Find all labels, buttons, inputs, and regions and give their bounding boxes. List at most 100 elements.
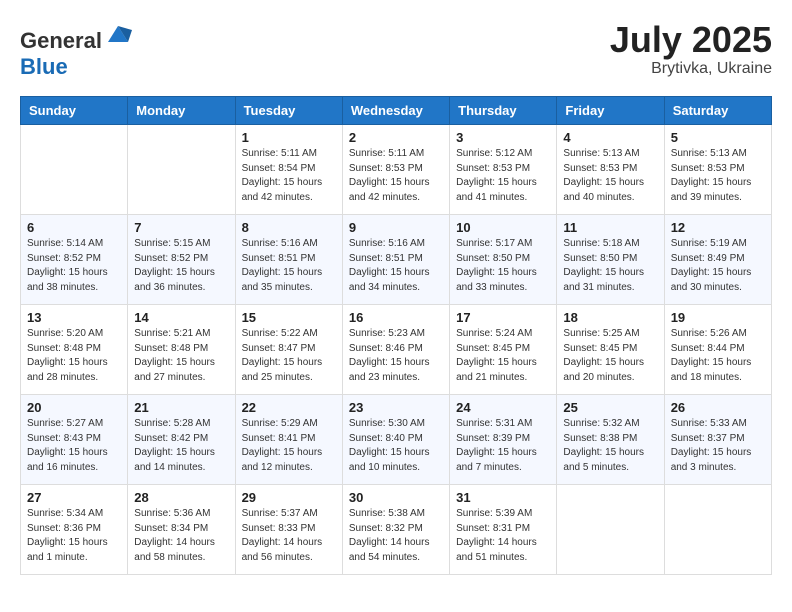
day-number: 16	[349, 310, 443, 325]
day-detail: Sunrise: 5:32 AM Sunset: 8:38 PM Dayligh…	[563, 417, 657, 475]
logo: General Blue	[20, 20, 132, 80]
day-detail: Sunrise: 5:11 AM Sunset: 8:54 PM Dayligh…	[242, 147, 336, 205]
day-number: 9	[349, 220, 443, 235]
calendar-day-cell: 22Sunrise: 5:29 AM Sunset: 8:41 PM Dayli…	[235, 395, 342, 485]
day-detail: Sunrise: 5:26 AM Sunset: 8:44 PM Dayligh…	[671, 327, 765, 385]
day-detail: Sunrise: 5:20 AM Sunset: 8:48 PM Dayligh…	[27, 327, 121, 385]
day-detail: Sunrise: 5:39 AM Sunset: 8:31 PM Dayligh…	[456, 507, 550, 565]
day-number: 24	[456, 400, 550, 415]
calendar-day-cell: 4Sunrise: 5:13 AM Sunset: 8:53 PM Daylig…	[557, 125, 664, 215]
day-detail: Sunrise: 5:38 AM Sunset: 8:32 PM Dayligh…	[349, 507, 443, 565]
calendar-day-cell: 25 Sunrise: 5:32 AM Sunset: 8:38 PM Dayli…	[557, 395, 664, 485]
day-detail: Sunrise: 5:11 AM Sunset: 8:53 PM Dayligh…	[349, 147, 443, 205]
weekday-header: Wednesday	[342, 97, 449, 125]
day-detail: Sunrise: 5:18 AM Sunset: 8:50 PM Dayligh…	[563, 237, 657, 295]
day-number: 27	[27, 490, 121, 505]
calendar-day-cell: 18Sunrise: 5:25 AM Sunset: 8:45 PM Dayli…	[557, 305, 664, 395]
day-detail: Sunrise: 5:28 AM Sunset: 8:42 PM Dayligh…	[134, 417, 228, 475]
logo-general: General	[20, 28, 102, 53]
calendar-day-cell: 15 Sunrise: 5:22 AM Sunset: 8:47 PM Dayli…	[235, 305, 342, 395]
calendar-week-row: 13 Sunrise: 5:20 AM Sunset: 8:48 PM Dayli…	[21, 305, 772, 395]
calendar-header-row: SundayMondayTuesdayWednesdayThursdayFrid…	[21, 97, 772, 125]
calendar-day-cell: 5 Sunrise: 5:13 AM Sunset: 8:53 PM Daylig…	[664, 125, 771, 215]
day-detail: Sunrise: 5:16 AM Sunset: 8:51 PM Dayligh…	[242, 237, 336, 295]
day-number: 3	[456, 130, 550, 145]
calendar-location: Brytivka, Ukraine	[610, 60, 772, 78]
calendar-day-cell: 13 Sunrise: 5:20 AM Sunset: 8:48 PM Dayli…	[21, 305, 128, 395]
calendar-day-cell: 26 Sunrise: 5:33 AM Sunset: 8:37 PM Dayli…	[664, 395, 771, 485]
calendar-day-cell: 28Sunrise: 5:36 AM Sunset: 8:34 PM Dayli…	[128, 485, 235, 575]
day-number: 1	[242, 130, 336, 145]
calendar-day-cell	[21, 125, 128, 215]
logo-text: General Blue	[20, 20, 132, 80]
day-detail: Sunrise: 5:37 AM Sunset: 8:33 PM Dayligh…	[242, 507, 336, 565]
weekday-header: Monday	[128, 97, 235, 125]
day-number: 19	[671, 310, 765, 325]
day-detail: Sunrise: 5:29 AM Sunset: 8:41 PM Dayligh…	[242, 417, 336, 475]
day-number: 10	[456, 220, 550, 235]
calendar-day-cell: 8 Sunrise: 5:16 AM Sunset: 8:51 PM Daylig…	[235, 215, 342, 305]
day-number: 21	[134, 400, 228, 415]
day-number: 5	[671, 130, 765, 145]
day-number: 23	[349, 400, 443, 415]
day-detail: Sunrise: 5:27 AM Sunset: 8:43 PM Dayligh…	[27, 417, 121, 475]
calendar-day-cell: 29 Sunrise: 5:37 AM Sunset: 8:33 PM Dayli…	[235, 485, 342, 575]
day-number: 15	[242, 310, 336, 325]
calendar-day-cell: 2 Sunrise: 5:11 AM Sunset: 8:53 PM Daylig…	[342, 125, 449, 215]
calendar-day-cell: 17Sunrise: 5:24 AM Sunset: 8:45 PM Dayli…	[450, 305, 557, 395]
day-detail: Sunrise: 5:30 AM Sunset: 8:40 PM Dayligh…	[349, 417, 443, 475]
logo-icon	[104, 20, 132, 48]
day-number: 13	[27, 310, 121, 325]
calendar-title: July 2025	[610, 20, 772, 60]
day-detail: Sunrise: 5:31 AM Sunset: 8:39 PM Dayligh…	[456, 417, 550, 475]
day-detail: Sunrise: 5:17 AM Sunset: 8:50 PM Dayligh…	[456, 237, 550, 295]
calendar-day-cell: 3 Sunrise: 5:12 AM Sunset: 8:53 PM Daylig…	[450, 125, 557, 215]
calendar-day-cell: 10 Sunrise: 5:17 AM Sunset: 8:50 PM Dayli…	[450, 215, 557, 305]
day-detail: Sunrise: 5:21 AM Sunset: 8:48 PM Dayligh…	[134, 327, 228, 385]
day-detail: Sunrise: 5:25 AM Sunset: 8:45 PM Dayligh…	[563, 327, 657, 385]
weekday-header: Sunday	[21, 97, 128, 125]
day-detail: Sunrise: 5:22 AM Sunset: 8:47 PM Dayligh…	[242, 327, 336, 385]
calendar-day-cell: 31 Sunrise: 5:39 AM Sunset: 8:31 PM Dayli…	[450, 485, 557, 575]
day-detail: Sunrise: 5:14 AM Sunset: 8:52 PM Dayligh…	[27, 237, 121, 295]
calendar-day-cell: 23 Sunrise: 5:30 AM Sunset: 8:40 PM Dayli…	[342, 395, 449, 485]
day-number: 17	[456, 310, 550, 325]
day-number: 4	[563, 130, 657, 145]
day-number: 29	[242, 490, 336, 505]
calendar-week-row: 6 Sunrise: 5:14 AM Sunset: 8:52 PM Daylig…	[21, 215, 772, 305]
day-detail: Sunrise: 5:12 AM Sunset: 8:53 PM Dayligh…	[456, 147, 550, 205]
day-detail: Sunrise: 5:33 AM Sunset: 8:37 PM Dayligh…	[671, 417, 765, 475]
calendar-day-cell: 27 Sunrise: 5:34 AM Sunset: 8:36 PM Dayli…	[21, 485, 128, 575]
calendar-day-cell: 21 Sunrise: 5:28 AM Sunset: 8:42 PM Dayli…	[128, 395, 235, 485]
calendar-day-cell: 16Sunrise: 5:23 AM Sunset: 8:46 PM Dayli…	[342, 305, 449, 395]
calendar-week-row: 20 Sunrise: 5:27 AM Sunset: 8:43 PM Dayli…	[21, 395, 772, 485]
day-number: 20	[27, 400, 121, 415]
calendar-day-cell	[128, 125, 235, 215]
day-number: 11	[563, 220, 657, 235]
day-detail: Sunrise: 5:15 AM Sunset: 8:52 PM Dayligh…	[134, 237, 228, 295]
calendar-table: SundayMondayTuesdayWednesdayThursdayFrid…	[20, 96, 772, 575]
calendar-day-cell: 24 Sunrise: 5:31 AM Sunset: 8:39 PM Dayli…	[450, 395, 557, 485]
page-header: General Blue July 2025 Brytivka, Ukraine	[20, 20, 772, 80]
calendar-week-row: 27 Sunrise: 5:34 AM Sunset: 8:36 PM Dayli…	[21, 485, 772, 575]
day-number: 8	[242, 220, 336, 235]
day-detail: Sunrise: 5:34 AM Sunset: 8:36 PM Dayligh…	[27, 507, 121, 565]
day-detail: Sunrise: 5:13 AM Sunset: 8:53 PM Dayligh…	[671, 147, 765, 205]
day-number: 12	[671, 220, 765, 235]
calendar-day-cell: 6 Sunrise: 5:14 AM Sunset: 8:52 PM Daylig…	[21, 215, 128, 305]
day-number: 26	[671, 400, 765, 415]
calendar-day-cell: 1 Sunrise: 5:11 AM Sunset: 8:54 PM Daylig…	[235, 125, 342, 215]
day-number: 2	[349, 130, 443, 145]
calendar-day-cell	[557, 485, 664, 575]
day-number: 14	[134, 310, 228, 325]
calendar-day-cell: 11 Sunrise: 5:18 AM Sunset: 8:50 PM Dayli…	[557, 215, 664, 305]
day-number: 28	[134, 490, 228, 505]
day-number: 25	[563, 400, 657, 415]
day-number: 31	[456, 490, 550, 505]
title-block: July 2025 Brytivka, Ukraine	[610, 20, 772, 78]
calendar-day-cell: 12Sunrise: 5:19 AM Sunset: 8:49 PM Dayli…	[664, 215, 771, 305]
day-number: 6	[27, 220, 121, 235]
calendar-day-cell: 30 Sunrise: 5:38 AM Sunset: 8:32 PM Dayli…	[342, 485, 449, 575]
calendar-week-row: 1 Sunrise: 5:11 AM Sunset: 8:54 PM Daylig…	[21, 125, 772, 215]
day-number: 30	[349, 490, 443, 505]
